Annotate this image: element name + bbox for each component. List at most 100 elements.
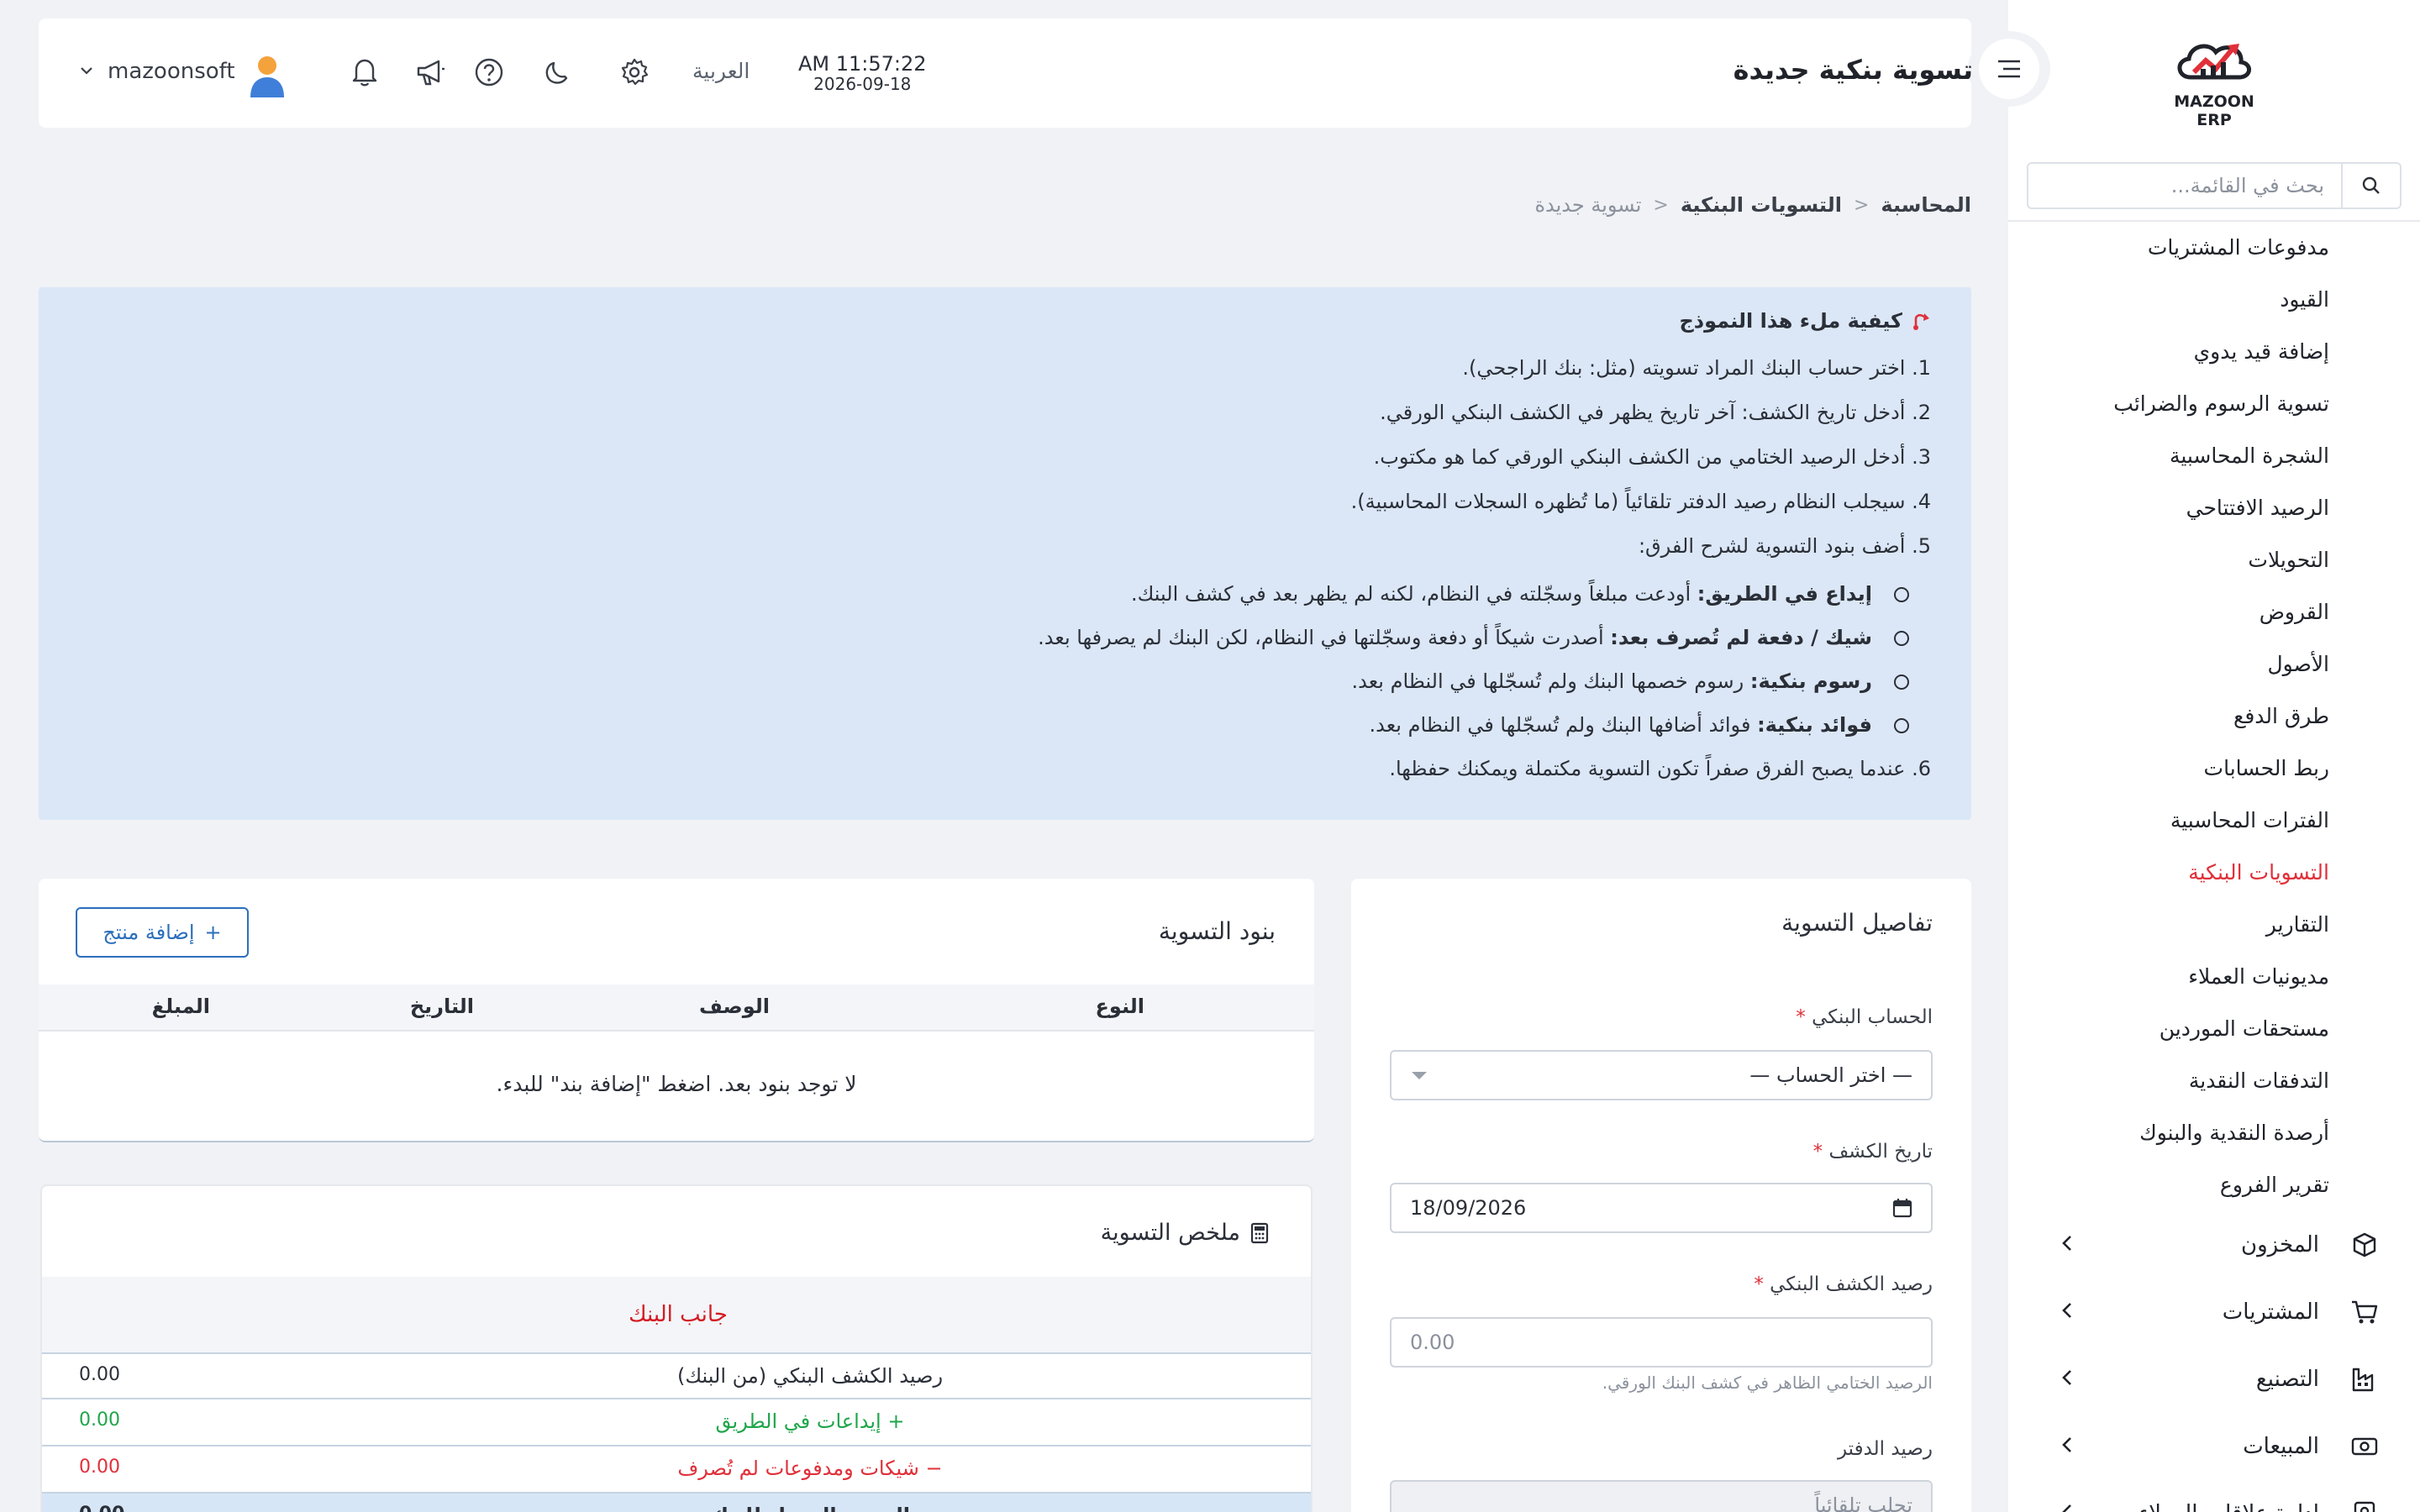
- calculator-icon: [1250, 1222, 1269, 1243]
- settings-gear-icon[interactable]: [618, 55, 651, 89]
- breadcrumb-current: تسوية جديدة: [1534, 193, 1642, 217]
- lines-title: بنود التسوية: [1158, 917, 1276, 945]
- contacts-icon: [2349, 1499, 2380, 1512]
- statement-date-field[interactable]: 18/09/2026: [1390, 1183, 1933, 1233]
- bank-account-select[interactable]: — اختر الحساب —: [1390, 1050, 1933, 1100]
- clock: AM 11:57:22 2026-09-18: [798, 52, 927, 94]
- sidebar-item-cash-bank-balances[interactable]: أرصدة النقدية والبنوك: [2008, 1107, 2420, 1159]
- sidebar-item-fiscal-periods[interactable]: الفترات المحاسبية: [2008, 795, 2420, 847]
- caret-down-icon: [1412, 1072, 1427, 1079]
- summary-title: ملخص التسوية: [1100, 1220, 1240, 1246]
- sidebar-search-placeholder: بحث في القائمة...: [2170, 174, 2324, 197]
- breadcrumb-accounting[interactable]: المحاسبة: [1881, 193, 1971, 217]
- column-amount: المبلغ: [151, 995, 210, 1018]
- menu-toggle-button[interactable]: [1968, 31, 2050, 107]
- box-icon: [2349, 1230, 2380, 1260]
- bullet-term: شيك / دفعة لم تُصرف بعد:: [1610, 626, 1872, 649]
- help-icon[interactable]: [472, 55, 506, 89]
- sidebar-group-label: المخزون: [2241, 1232, 2319, 1257]
- summary-row-label: − شيكات ومدفوعات لم تُصرف: [677, 1457, 943, 1480]
- sidebar-item-reports[interactable]: التقارير: [2008, 899, 2420, 951]
- sidebar-item-payment-methods[interactable]: طرق الدفع: [2008, 690, 2420, 743]
- avatar[interactable]: [249, 54, 286, 97]
- sidebar-item-supplier-dues[interactable]: مستحقات الموردين: [2008, 1003, 2420, 1055]
- summary-row-label: الرصيد المعدل للبنك: [306, 1504, 1311, 1512]
- sidebar-item-chart-of-accounts[interactable]: الشجرة المحاسبية: [2008, 430, 2420, 482]
- chevron-down-icon[interactable]: [79, 64, 94, 80]
- sidebar-item-add-manual-entry[interactable]: إضافة قيد يدوي: [2008, 326, 2420, 378]
- bullet-text: رسوم خصمها البنك ولم تُسجّلها في النظام …: [1351, 669, 1750, 693]
- chevron-left-icon: [2059, 1299, 2075, 1328]
- summary-row-total: الرصيد المعدل للبنك 0.00: [42, 1494, 1311, 1512]
- add-line-label: إضافة منتج: [103, 921, 195, 944]
- instruction-step: 4. سيجلب النظام رصيد الدفتر تلقائياً (ما…: [1350, 490, 1931, 513]
- sidebar-group-manufacturing[interactable]: التصنيع: [2008, 1346, 2420, 1413]
- sidebar-item-opening-balance[interactable]: الرصيد الافتتاحي: [2008, 482, 2420, 534]
- sidebar-item-fees-taxes-settlement[interactable]: تسوية الرسوم والضرائب: [2008, 378, 2420, 430]
- instructions-panel: كيفية ملء هذا النموذج 1. اختر حساب البنك…: [39, 287, 1971, 820]
- breadcrumb-bank-reconciliations[interactable]: التسويات البنكية: [1681, 193, 1842, 217]
- sidebar-item-journal-entries[interactable]: القيود: [2008, 274, 2420, 326]
- statement-balance-input[interactable]: 0.00: [1390, 1317, 1933, 1368]
- sidebar-group-crm[interactable]: إدارة علاقات العملاء: [2008, 1480, 2420, 1512]
- sidebar-item-customer-debts[interactable]: مديونيات العملاء: [2008, 951, 2420, 1003]
- cash-icon: [2349, 1431, 2380, 1462]
- sidebar-item-transfers[interactable]: التحويلات: [2008, 534, 2420, 586]
- statement-date-label: تاريخ الكشف *: [1813, 1141, 1933, 1163]
- sidebar-item-account-mapping[interactable]: ربط الحسابات: [2008, 743, 2420, 795]
- breadcrumb: المحاسبة < التسويات البنكية < تسوية جديد…: [1534, 193, 1971, 217]
- bullet-term: إيداع في الطريق:: [1697, 582, 1872, 606]
- language-switch[interactable]: العربية: [692, 59, 750, 83]
- summary-row-value: 0.00: [79, 1457, 120, 1478]
- instruction-bullet: إيداع في الطريق: أودعت مبلغاً وسجّلته في…: [72, 572, 1931, 616]
- sidebar-group-purchases[interactable]: المشتريات: [2008, 1278, 2420, 1346]
- bank-account-label: الحساب البنكي *: [1796, 1006, 1933, 1028]
- reconciliation-details-card: تفاصيل التسوية الحساب البنكي * — اختر ال…: [1351, 879, 1971, 1512]
- sidebar-item-cash-flows[interactable]: التدفقات النقدية: [2008, 1055, 2420, 1107]
- sidebar-group-label: المبيعات: [2243, 1434, 2319, 1459]
- bullet-text: فوائد أضافها البنك ولم تُسجّلها في النظا…: [1369, 713, 1758, 737]
- sidebar-group-label: إدارة علاقات العملاء: [2139, 1501, 2319, 1512]
- sidebar-item-purchase-payments[interactable]: مدفوعات المشتريات: [2008, 222, 2420, 274]
- sidebar: MAZOON ERP بحث في القائمة... مدفوعات الم…: [2008, 0, 2420, 1512]
- dark-mode-moon-icon[interactable]: [540, 55, 574, 89]
- search-icon[interactable]: [2341, 164, 2400, 207]
- add-line-button[interactable]: + إضافة منتج: [76, 907, 249, 958]
- summary-row-label: رصيد الكشف البنكي (من البنك): [676, 1364, 944, 1388]
- required-mark: *: [1754, 1273, 1764, 1295]
- logo[interactable]: MAZOON ERP: [2160, 35, 2269, 129]
- instruction-step: 1. اختر حساب البنك المراد تسويته (مثل: ب…: [1462, 356, 1931, 380]
- sidebar-item-branches-report[interactable]: تقرير الفروع: [2008, 1159, 2420, 1211]
- bullet-term: رسوم بنكية:: [1749, 669, 1872, 693]
- notifications-bell-icon[interactable]: [348, 55, 381, 89]
- instruction-step: 6. عندما يصبح الفرق صفراً تكون التسوية م…: [1389, 757, 1931, 780]
- logo-icon: [2177, 44, 2251, 80]
- sidebar-item-assets[interactable]: الأصول: [2008, 638, 2420, 690]
- sidebar-item-bank-reconciliations[interactable]: التسويات البنكية: [2008, 847, 2420, 899]
- user-name[interactable]: mazoonsoft: [108, 59, 235, 84]
- summary-row: + إيداعات في الطريق 0.00: [42, 1399, 1311, 1446]
- bank-account-value: — اختر الحساب —: [1749, 1063, 1912, 1087]
- statement-balance-label-text: رصيد الكشف البنكي: [1770, 1273, 1933, 1295]
- instruction-step: 5. أضف بنود التسوية لشرح الفرق:: [1638, 534, 1931, 558]
- reconciliation-summary-card: ملخص التسوية جانب البنك رصيد الكشف البنك…: [40, 1184, 1313, 1512]
- summary-heading: ملخص التسوية: [1101, 1220, 1269, 1246]
- chevron-left-icon: [2059, 1231, 2075, 1261]
- sidebar-group-sales[interactable]: المبيعات: [2008, 1413, 2420, 1480]
- instructions-heading: كيفية ملء هذا النموذج: [72, 304, 1931, 338]
- bullet-text: أودعت مبلغاً وسجّلته في النظام، لكنه لم …: [1130, 582, 1697, 606]
- required-mark: *: [1796, 1006, 1806, 1028]
- column-type: النوع: [1095, 995, 1144, 1018]
- column-description: الوصف: [698, 995, 770, 1018]
- sidebar-search[interactable]: بحث في القائمة...: [2027, 162, 2402, 209]
- statement-date-label-text: تاريخ الكشف: [1828, 1141, 1933, 1163]
- instructions-title: كيفية ملء هذا النموذج: [1679, 309, 1902, 333]
- menu-icon: [1998, 60, 2020, 78]
- book-balance-input: تجلب تلقائياً: [1390, 1480, 1933, 1512]
- reconciliation-lines-card: بنود التسوية + إضافة منتج النوع الوصف ال…: [39, 879, 1314, 1142]
- announcement-megaphone-icon[interactable]: [414, 55, 448, 89]
- sidebar-group-label: المشتريات: [2222, 1299, 2319, 1325]
- sidebar-group-inventory[interactable]: المخزون: [2008, 1211, 2420, 1278]
- sidebar-item-loans[interactable]: القروض: [2008, 586, 2420, 638]
- summary-row-label: + إيداعات في الطريق: [715, 1410, 905, 1433]
